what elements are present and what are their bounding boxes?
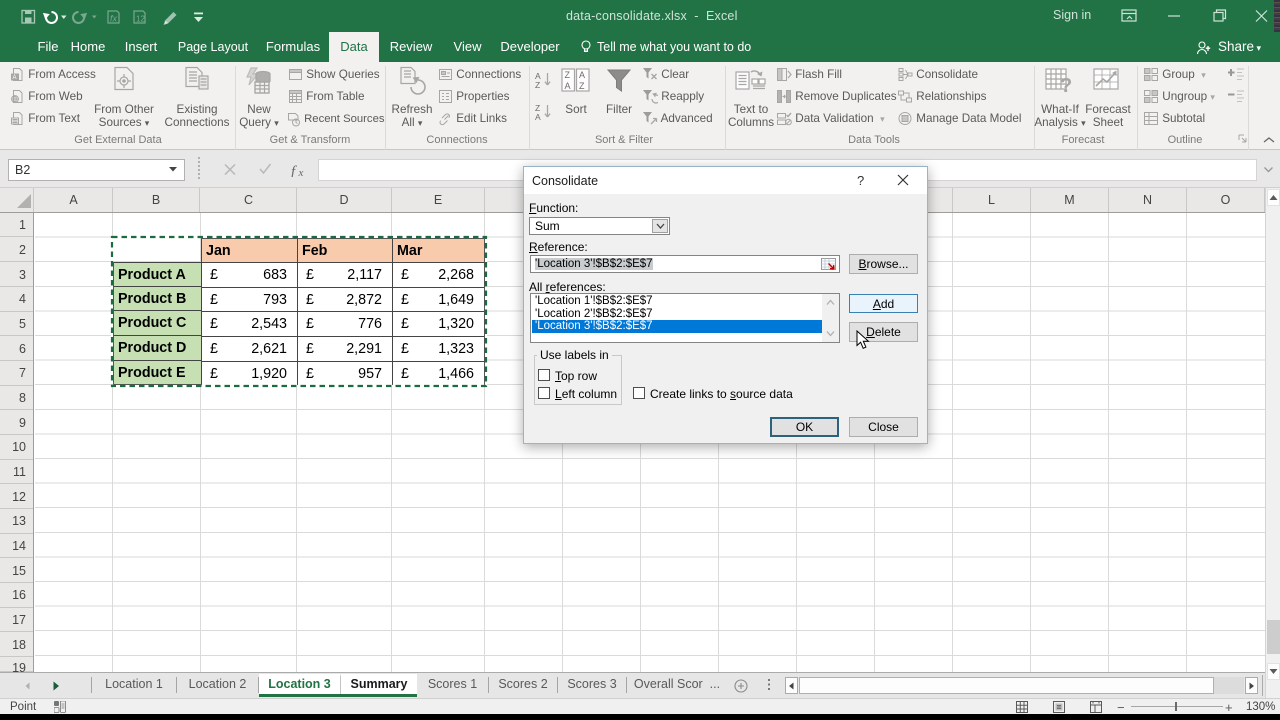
svg-text:Z: Z <box>535 80 540 90</box>
svg-text:A: A <box>13 75 17 81</box>
svg-text:Z: Z <box>579 81 585 91</box>
svg-text:Z: Z <box>565 70 571 80</box>
svg-text:A: A <box>535 112 541 122</box>
svg-text:A: A <box>579 70 585 80</box>
svg-text:12: 12 <box>136 15 145 24</box>
svg-text:f: f <box>291 164 297 177</box>
svg-text:fx: fx <box>110 14 118 24</box>
svg-text:x: x <box>298 167 304 177</box>
svg-text:?: ? <box>1060 75 1072 97</box>
svg-text:A: A <box>565 81 571 91</box>
